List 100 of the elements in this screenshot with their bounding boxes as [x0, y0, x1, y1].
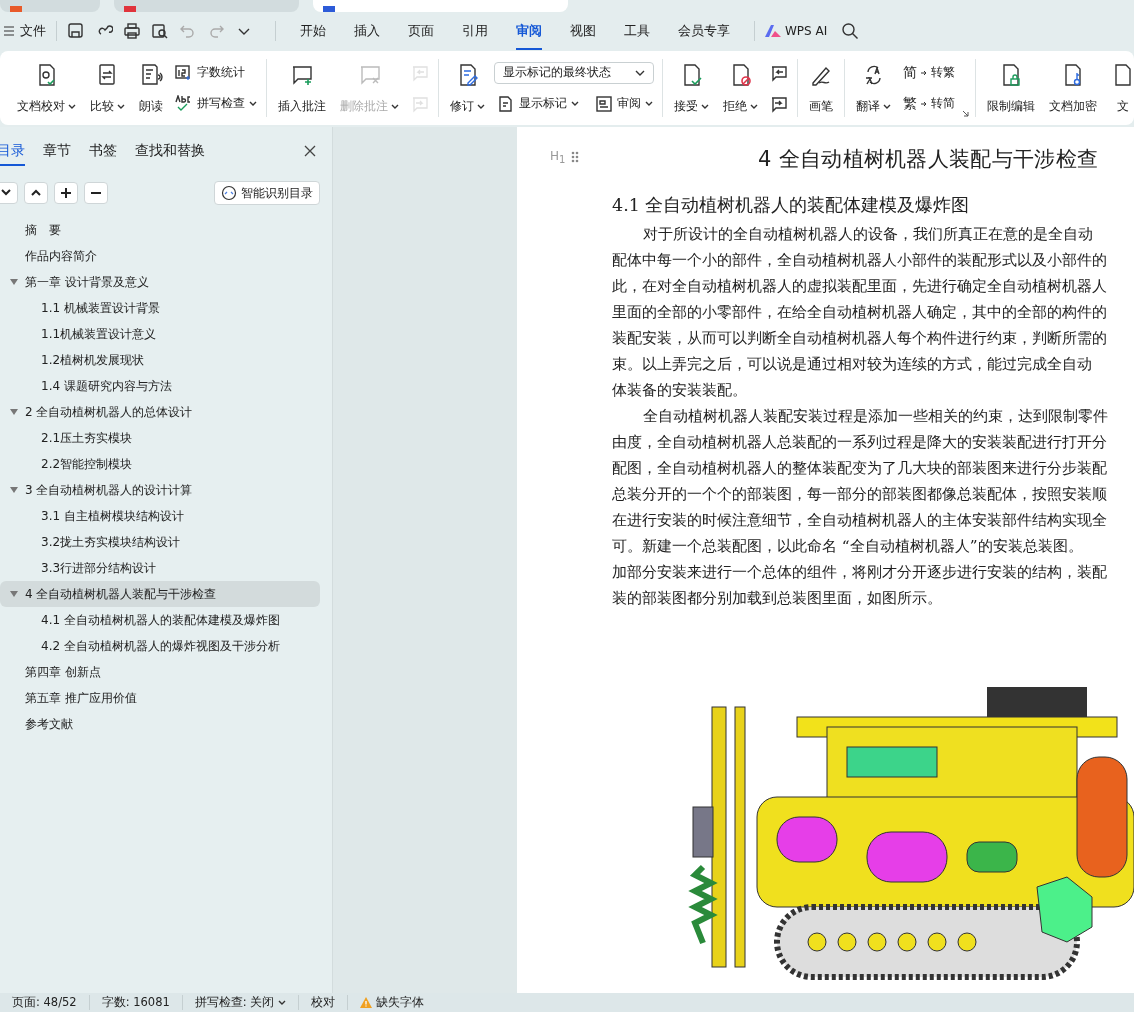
ribbon-button[interactable]: 比较 — [85, 59, 130, 117]
outline-item[interactable]: 第一章 设计背景及意义 — [0, 269, 320, 295]
save-icon[interactable] — [67, 22, 85, 40]
ribbon-button[interactable]: 插入批注 — [273, 59, 331, 117]
outline-button[interactable] — [24, 182, 48, 204]
proofread-button[interactable]: 校对 — [299, 995, 349, 1010]
ribbon-button[interactable]: 朗读 — [134, 59, 168, 117]
caret-icon — [883, 103, 891, 110]
ribbon-tab[interactable]: 工具 — [624, 12, 650, 50]
word-count: 字数: 16081 — [89, 995, 183, 1010]
caret-icon — [391, 103, 399, 110]
ai-button[interactable]: WPS AI — [765, 24, 828, 38]
paragraph-line: 可。新建一个总装配图，以此命名 “全自动植树机器人”的安装总装图。 — [612, 536, 1084, 557]
outline-button[interactable] — [84, 182, 108, 204]
markup-dropdown[interactable]: 显示标记的最终状态 — [494, 61, 654, 84]
ribbon-button[interactable]: 文 — [1106, 59, 1134, 117]
ribbon-button[interactable]: 限制编辑 — [982, 59, 1040, 117]
search-icon[interactable] — [841, 22, 860, 40]
heading-level-marker: H$_{1}$ — [550, 149, 566, 166]
show-markup-icon — [497, 94, 515, 113]
outline-item[interactable]: 1.1 机械装置设计背景 — [0, 295, 320, 321]
outline-item[interactable]: 3.3行进部分结构设计 — [0, 555, 320, 581]
outline-item[interactable]: 第四章 创新点 — [0, 659, 320, 685]
smart-toc-button[interactable]: 智能识别目录 — [214, 181, 320, 205]
arrow-right-icon — [921, 69, 927, 76]
outline-item[interactable]: 1.4 课题研究内容与方法 — [0, 373, 320, 399]
paragraph-line: 里面的全部的小零部件，在给全自动植树机器人确定，其中的全部的构件的 — [612, 302, 1108, 323]
arrow-right-icon — [921, 100, 927, 107]
print-preview-icon[interactable] — [151, 22, 169, 40]
window-tab[interactable] — [313, 0, 568, 12]
missing-font-button[interactable]: 缺失字体 — [348, 995, 437, 1010]
print-icon[interactable] — [123, 22, 141, 40]
review-pane-icon — [595, 94, 613, 113]
ribbon-tab[interactable]: 视图 — [570, 12, 596, 50]
read-aloud-icon — [139, 63, 163, 87]
outline-item[interactable]: 1.1机械装置设计意义 — [0, 321, 320, 347]
expanded-triangle-icon[interactable] — [10, 486, 18, 494]
ribbon-button[interactable]: 字数统计 — [172, 61, 260, 84]
outline-item[interactable]: 4.2 全自动植树机器人的爆炸视图及干涉分析 — [0, 633, 320, 659]
paragraph-line: 全自动植树机器人装配安装过程是添加一些相关的约束，达到限制零件 — [642, 406, 1109, 427]
caret-icon — [701, 103, 709, 110]
sidebar-tab[interactable]: 章节 — [43, 142, 71, 166]
outline-button[interactable] — [0, 182, 18, 204]
comment-next-icon — [411, 94, 429, 113]
ribbon-button[interactable]: 拒绝 — [718, 59, 763, 117]
outline-item[interactable]: 3.2拢土夯实模块结构设计 — [0, 529, 320, 555]
comment-add-icon — [290, 63, 314, 87]
ribbon-button[interactable]: 画笔 — [804, 59, 838, 117]
outline-item[interactable]: 3.1 自主植树模块结构设计 — [0, 503, 320, 529]
caret-icon — [571, 100, 579, 107]
ribbon-button[interactable]: 简 转繁 — [900, 61, 958, 84]
chevron-down-icon — [635, 69, 645, 76]
outline-item[interactable]: 参考文献 — [0, 711, 320, 737]
drag-handle-icon[interactable] — [571, 151, 580, 164]
window-tab[interactable] — [0, 0, 100, 12]
ribbon-button[interactable]: 修订 — [445, 59, 490, 117]
ribbon-button[interactable]: 审阅 — [592, 92, 656, 115]
outline-item[interactable]: 摘 要 — [0, 217, 320, 243]
ribbon-button[interactable]: 繁 转简 — [900, 92, 958, 115]
expanded-triangle-icon[interactable] — [10, 408, 18, 416]
paragraph-line: 装的部装图都分别加载到总装图里面，如图所示。 — [612, 588, 943, 609]
outline-item[interactable]: 4 全自动植树机器人装配与干涉检查 — [0, 581, 320, 607]
ribbon-button[interactable]: 文档加密 — [1044, 59, 1102, 117]
outline-item[interactable]: 2.2智能控制模块 — [0, 451, 320, 477]
ribbon-tab[interactable]: 会员专享 — [678, 12, 730, 50]
outline-item[interactable]: 2.1压土夯实模块 — [0, 425, 320, 451]
expanded-triangle-icon[interactable] — [10, 590, 18, 598]
expanded-triangle-icon[interactable] — [10, 278, 18, 286]
ai-circle-icon — [221, 185, 237, 201]
ribbon-tab[interactable]: 开始 — [300, 12, 326, 50]
outline-item[interactable]: 作品内容简介 — [0, 243, 320, 269]
ai-logo-icon — [765, 25, 781, 37]
ribbon-button[interactable]: 显示标记 — [494, 92, 582, 115]
ribbon-button[interactable]: 接受 — [669, 59, 714, 117]
menu-icon — [4, 26, 14, 36]
sidebar-tab[interactable]: 书签 — [89, 142, 117, 166]
sidebar-tab[interactable]: 查找和替换 — [135, 142, 205, 166]
paragraph-line: 在进行安装的时候注意细节，全自动植树机器人的主体安装部件结构实现全 — [612, 510, 1108, 531]
file-menu[interactable]: 文件 — [4, 22, 46, 40]
ribbon-button[interactable]: 文档校对 — [12, 59, 81, 117]
caret-icon — [68, 103, 76, 110]
ribbon-tab[interactable]: 插入 — [354, 12, 380, 50]
paragraph-line: 由度，全自动植树机器人总装配的一系列过程是降大的安装装配进行打开分 — [612, 432, 1108, 453]
comment-previous-icon — [770, 63, 788, 82]
window-tab[interactable] — [114, 0, 299, 12]
dialog-launcher-icon[interactable] — [962, 110, 969, 117]
caret-icon — [249, 100, 257, 107]
outline-item[interactable]: 1.2植树机发展现状 — [0, 347, 320, 373]
outline-item[interactable]: 4.1 全自动植树机器人的装配体建模及爆炸图 — [0, 607, 320, 633]
spellcheck-toggle[interactable]: 拼写检查: 关闭 — [182, 995, 300, 1010]
outline-button[interactable] — [54, 182, 78, 204]
ribbon-button[interactable]: 拼写检查 — [172, 92, 260, 115]
ribbon-tab[interactable]: 页面 — [408, 12, 434, 50]
outline-item[interactable]: 第五章 推广应用价值 — [0, 685, 320, 711]
outline-item[interactable]: 3 全自动植树机器人的设计计算 — [0, 477, 320, 503]
outline-item[interactable]: 2 全自动植树机器人的总体设计 — [0, 399, 320, 425]
ribbon-button[interactable]: 翻译 — [851, 59, 896, 117]
close-icon[interactable] — [304, 145, 316, 157]
section-heading: 4.1 全自动植树机器人的装配体建模及爆炸图 — [612, 194, 971, 217]
ribbon-tab[interactable]: 引用 — [462, 12, 488, 50]
